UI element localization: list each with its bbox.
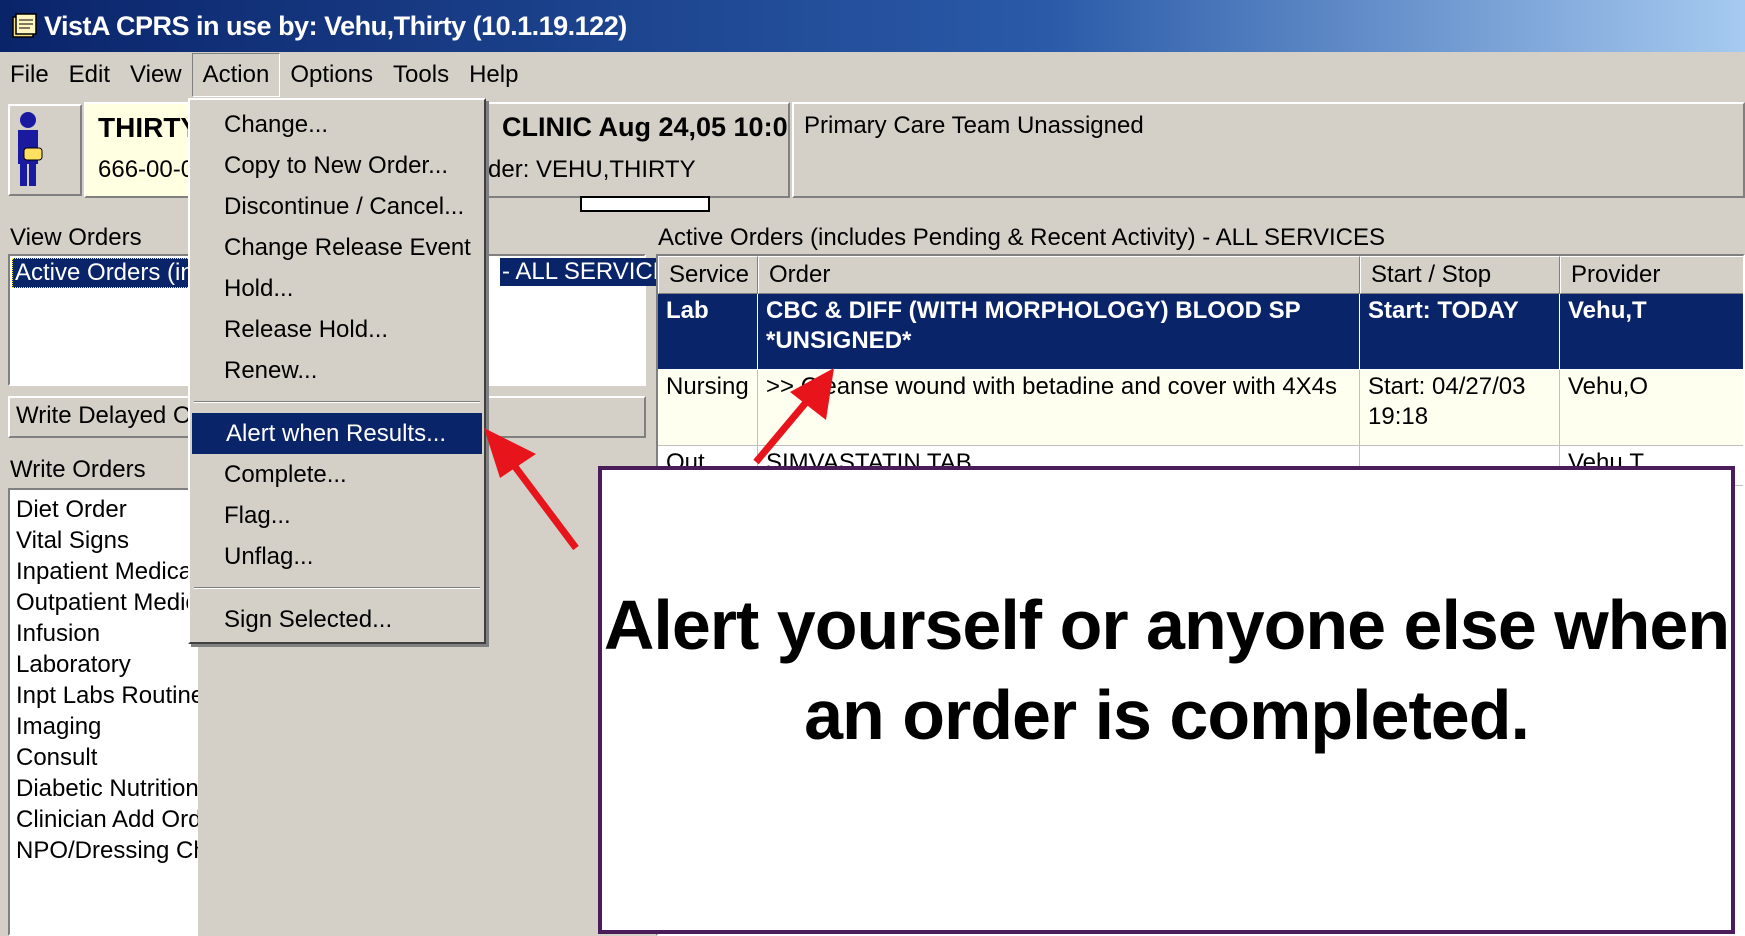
- callout-box: Alert yourself or anyone else when an or…: [598, 466, 1735, 934]
- menu-item-unflag[interactable]: Unflag...: [190, 536, 484, 577]
- column-header-order[interactable]: Order: [758, 256, 1360, 294]
- menu-separator: [194, 401, 480, 403]
- view-orders-label: View Orders: [10, 224, 142, 251]
- menu-action[interactable]: Action: [191, 53, 281, 97]
- cprs-app-icon: [12, 13, 37, 38]
- menu-item-copy-to-new-order[interactable]: Copy to New Order...: [190, 145, 484, 186]
- list-item[interactable]: NPO/Dressing Change: [16, 835, 198, 866]
- menu-view[interactable]: View: [120, 53, 192, 97]
- patient-info-button[interactable]: THIRTY 666-00-00: [84, 102, 207, 198]
- encounter-provider: der: VEHU,THIRTY: [488, 156, 696, 183]
- menu-item-alert-when-results[interactable]: Alert when Results...: [192, 413, 482, 454]
- menu-file[interactable]: File: [0, 53, 59, 97]
- menu-item-complete[interactable]: Complete...: [190, 454, 484, 495]
- list-item[interactable]: Consult: [16, 742, 198, 773]
- list-item[interactable]: Inpt Labs Routine Menu...: [16, 680, 198, 711]
- primary-care-button[interactable]: Primary Care Team Unassigned: [792, 102, 1745, 198]
- patient-person-icon: [18, 112, 43, 186]
- action-menu-dropdown: Change... Copy to New Order... Discontin…: [188, 98, 486, 644]
- view-orders-selected-item[interactable]: Active Orders (incl: [12, 258, 215, 288]
- cell-provider: Vehu,O: [1560, 370, 1743, 446]
- menu-item-release-hold[interactable]: Release Hold...: [190, 309, 484, 350]
- cell-provider: Vehu,T: [1560, 294, 1743, 370]
- list-item[interactable]: Outpatient Medica: [16, 587, 198, 618]
- cell-order: CBC & DIFF (WITH MORPHOLOGY) BLOOD SP *U…: [758, 294, 1360, 370]
- orders-caption: Active Orders (includes Pending & Recent…: [658, 224, 1385, 251]
- menu-help[interactable]: Help: [459, 53, 528, 97]
- menu-item-sign-selected[interactable]: Sign Selected...: [190, 599, 484, 640]
- write-orders-list[interactable]: Diet Order Vital Signs Inpatient Medicat…: [8, 488, 198, 936]
- column-header-service[interactable]: Service: [658, 256, 758, 294]
- list-item[interactable]: Vital Signs: [16, 525, 198, 556]
- menu-item-renew[interactable]: Renew...: [190, 350, 484, 391]
- menu-edit[interactable]: Edit: [59, 53, 120, 97]
- encounter-button[interactable]: CLINIC Aug 24,05 10:00 der: VEHU,THIRTY: [440, 102, 790, 198]
- menu-separator: [194, 587, 480, 589]
- list-item[interactable]: Infusion: [16, 618, 198, 649]
- encounter-location: CLINIC Aug 24,05 10:00: [502, 112, 790, 142]
- list-item[interactable]: Clinician Add Order Menu...: [16, 804, 198, 835]
- table-row[interactable]: Nursing >> Cleanse wound with betadine a…: [658, 370, 1743, 446]
- menu-item-change-release-event[interactable]: Change Release Event: [190, 227, 484, 268]
- table-row[interactable]: Lab CBC & DIFF (WITH MORPHOLOGY) BLOOD S…: [658, 294, 1743, 370]
- primary-care-text: Primary Care Team Unassigned: [804, 112, 1144, 139]
- column-header-start-stop[interactable]: Start / Stop: [1360, 256, 1560, 294]
- write-delayed-label: Write Delayed Ord: [16, 402, 213, 429]
- menu-tools[interactable]: Tools: [383, 53, 459, 97]
- list-item[interactable]: Inpatient Medicatio: [16, 556, 198, 587]
- menu-item-change[interactable]: Change...: [190, 104, 484, 145]
- window-title: VistA CPRS in use by: Vehu,Thirty (10.1.…: [44, 10, 627, 41]
- callout-text: Alert yourself or anyone else when an or…: [603, 580, 1730, 820]
- cell-order: >> Cleanse wound with betadine and cover…: [758, 370, 1360, 446]
- menu-bar: File Edit View Action Options Tools Help: [0, 52, 1745, 98]
- column-header-provider[interactable]: Provider: [1560, 256, 1743, 294]
- cell-start-stop: Start: TODAY: [1360, 294, 1560, 370]
- status-indicator-bar: [580, 196, 710, 212]
- menu-item-flag[interactable]: Flag...: [190, 495, 484, 536]
- callout-line-1: Alert yourself or anyone else when: [603, 586, 1730, 664]
- list-item[interactable]: Diet Order: [16, 494, 198, 525]
- orders-table-header: Service Order Start / Stop Provider: [658, 256, 1743, 294]
- cell-service: Lab: [658, 294, 758, 370]
- title-bar: VistA CPRS in use by: Vehu,Thirty (10.1.…: [0, 0, 1745, 52]
- callout-line-2: an order is completed.: [804, 676, 1530, 754]
- menu-item-hold[interactable]: Hold...: [190, 268, 484, 309]
- menu-item-discontinue-cancel[interactable]: Discontinue / Cancel...: [190, 186, 484, 227]
- patient-name: THIRTY: [98, 112, 200, 143]
- menu-options[interactable]: Options: [280, 53, 383, 97]
- patient-icon-button[interactable]: [8, 104, 82, 196]
- cell-service: Nursing: [658, 370, 758, 446]
- list-item[interactable]: Laboratory: [16, 649, 198, 680]
- list-item[interactable]: Imaging: [16, 711, 198, 742]
- write-orders-label: Write Orders: [10, 456, 146, 483]
- cell-start-stop: Start: 04/27/03 19:18: [1360, 370, 1560, 446]
- arrow-to-alert-menu-item: [484, 428, 579, 551]
- list-item[interactable]: Diabetic Nutrition Consult: [16, 773, 198, 804]
